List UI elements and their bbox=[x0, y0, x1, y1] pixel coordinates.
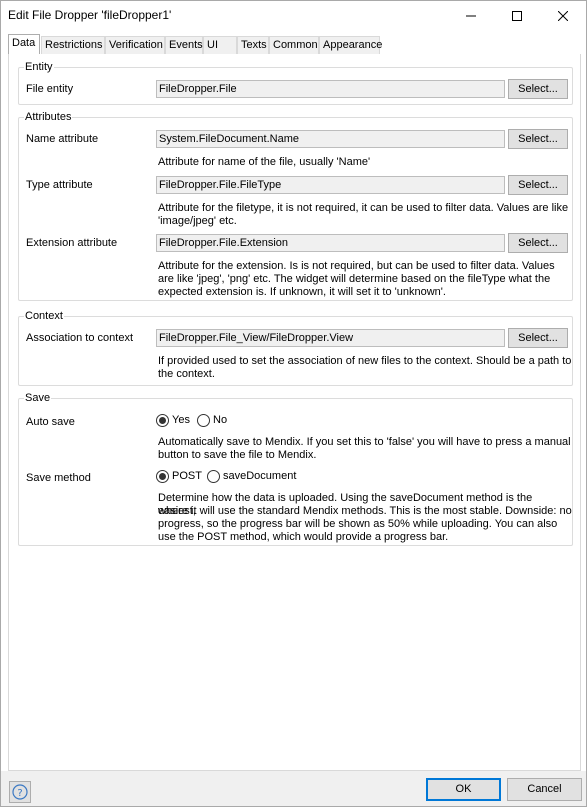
extension-attribute-help-line-3: expected extension is. If unknown, it wi… bbox=[158, 286, 446, 298]
save-method-savedocument-label: saveDocument bbox=[223, 470, 297, 482]
save-method-help-line-2: where it will use the standard Mendix me… bbox=[158, 505, 572, 517]
minimize-icon bbox=[466, 15, 476, 16]
extension-attribute-label: Extension attribute bbox=[26, 237, 118, 249]
radio-unselected-icon bbox=[207, 469, 220, 483]
tab-common[interactable]: Common bbox=[269, 36, 319, 54]
association-label: Association to context bbox=[26, 332, 134, 344]
auto-save-yes-radio[interactable]: Yes bbox=[156, 413, 190, 427]
save-method-post-radio[interactable]: POST bbox=[156, 469, 202, 483]
association-help-line-1: If provided used to set the association … bbox=[158, 355, 572, 367]
close-button[interactable] bbox=[540, 1, 586, 30]
auto-save-no-radio[interactable]: No bbox=[197, 413, 227, 427]
type-attribute-help-line-2: 'image/jpeg' etc. bbox=[158, 215, 237, 227]
association-field[interactable]: FileDropper.File_View/FileDropper.View bbox=[156, 329, 505, 347]
maximize-icon bbox=[512, 10, 522, 21]
save-group-title: Save bbox=[24, 392, 52, 405]
ok-button[interactable]: OK bbox=[426, 778, 501, 801]
window-title: Edit File Dropper 'fileDropper1' bbox=[8, 8, 172, 22]
file-entity-select-button[interactable]: Select... bbox=[508, 79, 568, 99]
svg-text:?: ? bbox=[17, 788, 22, 799]
tab-verification[interactable]: Verification bbox=[105, 36, 165, 54]
name-attribute-select-button[interactable]: Select... bbox=[508, 129, 568, 149]
tab-ui[interactable]: UI bbox=[203, 36, 237, 54]
save-method-label: Save method bbox=[26, 472, 91, 484]
attributes-group-title: Attributes bbox=[24, 111, 73, 124]
close-icon bbox=[558, 10, 568, 21]
radio-selected-icon bbox=[156, 469, 169, 483]
tab-texts[interactable]: Texts bbox=[237, 36, 269, 54]
file-entity-label: File entity bbox=[26, 83, 74, 95]
auto-save-help-line-1: Automatically save to Mendix. If you set… bbox=[158, 436, 571, 448]
auto-save-label: Auto save bbox=[26, 416, 75, 428]
save-group: Save Auto save Yes No Automatically save… bbox=[18, 392, 573, 546]
name-attribute-field[interactable]: System.FileDocument.Name bbox=[156, 130, 505, 148]
save-method-help-line-3: progress, so the progress bar will be sh… bbox=[158, 518, 558, 530]
save-method-savedocument-radio[interactable]: saveDocument bbox=[207, 469, 296, 483]
association-select-button[interactable]: Select... bbox=[508, 328, 568, 348]
dialog-footer: ? OK Cancel bbox=[1, 771, 586, 806]
question-icon: ? bbox=[12, 784, 28, 800]
type-attribute-label: Type attribute bbox=[26, 179, 93, 191]
save-method-help-line-4: use the POST method, which would provide… bbox=[158, 531, 449, 543]
type-attribute-help-line-1: Attribute for the filetype, it is not re… bbox=[158, 202, 569, 214]
association-help-line-2: the context. bbox=[158, 368, 215, 380]
radio-unselected-icon bbox=[197, 413, 210, 427]
tab-appearance[interactable]: Appearance bbox=[319, 36, 382, 54]
auto-save-help-line-2: button to save the file to Mendix. bbox=[158, 449, 317, 461]
cancel-button[interactable]: Cancel bbox=[507, 778, 582, 801]
dialog-window: Edit File Dropper 'fileDropper1' Data Re… bbox=[0, 0, 587, 807]
auto-save-no-label: No bbox=[213, 414, 228, 426]
tab-content-panel: Entity File entity FileDropper.File Sele… bbox=[8, 54, 581, 771]
type-attribute-field[interactable]: FileDropper.File.FileType bbox=[156, 176, 505, 194]
extension-attribute-help-line-2: are like 'jpeg', 'png' etc. The widget w… bbox=[158, 273, 551, 285]
radio-selected-icon bbox=[156, 413, 169, 427]
name-attribute-help: Attribute for name of the file, usually … bbox=[158, 156, 371, 168]
title-bar: Edit File Dropper 'fileDropper1' bbox=[1, 1, 586, 30]
context-group-title: Context bbox=[24, 310, 64, 323]
tab-restrictions[interactable]: Restrictions bbox=[41, 36, 105, 54]
extension-attribute-field[interactable]: FileDropper.File.Extension bbox=[156, 234, 505, 252]
name-attribute-label: Name attribute bbox=[26, 133, 99, 145]
help-button[interactable]: ? bbox=[9, 781, 31, 803]
minimize-button[interactable] bbox=[448, 1, 494, 30]
entity-group: Entity File entity FileDropper.File Sele… bbox=[18, 61, 573, 105]
tab-data[interactable]: Data bbox=[8, 34, 40, 54]
tab-bar: Data Restrictions Verification Events UI… bbox=[8, 34, 382, 55]
attributes-group: Attributes Name attribute System.FileDoc… bbox=[18, 111, 573, 301]
extension-attribute-help-line-1: Attribute for the extension. Is is not r… bbox=[158, 260, 555, 272]
file-entity-field[interactable]: FileDropper.File bbox=[156, 80, 505, 98]
save-method-post-label: POST bbox=[172, 470, 202, 482]
entity-group-title: Entity bbox=[24, 61, 54, 74]
extension-attribute-select-button[interactable]: Select... bbox=[508, 233, 568, 253]
maximize-button[interactable] bbox=[494, 1, 540, 30]
auto-save-yes-label: Yes bbox=[172, 414, 190, 426]
context-group: Context Association to context FileDropp… bbox=[18, 310, 573, 386]
type-attribute-select-button[interactable]: Select... bbox=[508, 175, 568, 195]
tab-events[interactable]: Events bbox=[165, 36, 203, 54]
